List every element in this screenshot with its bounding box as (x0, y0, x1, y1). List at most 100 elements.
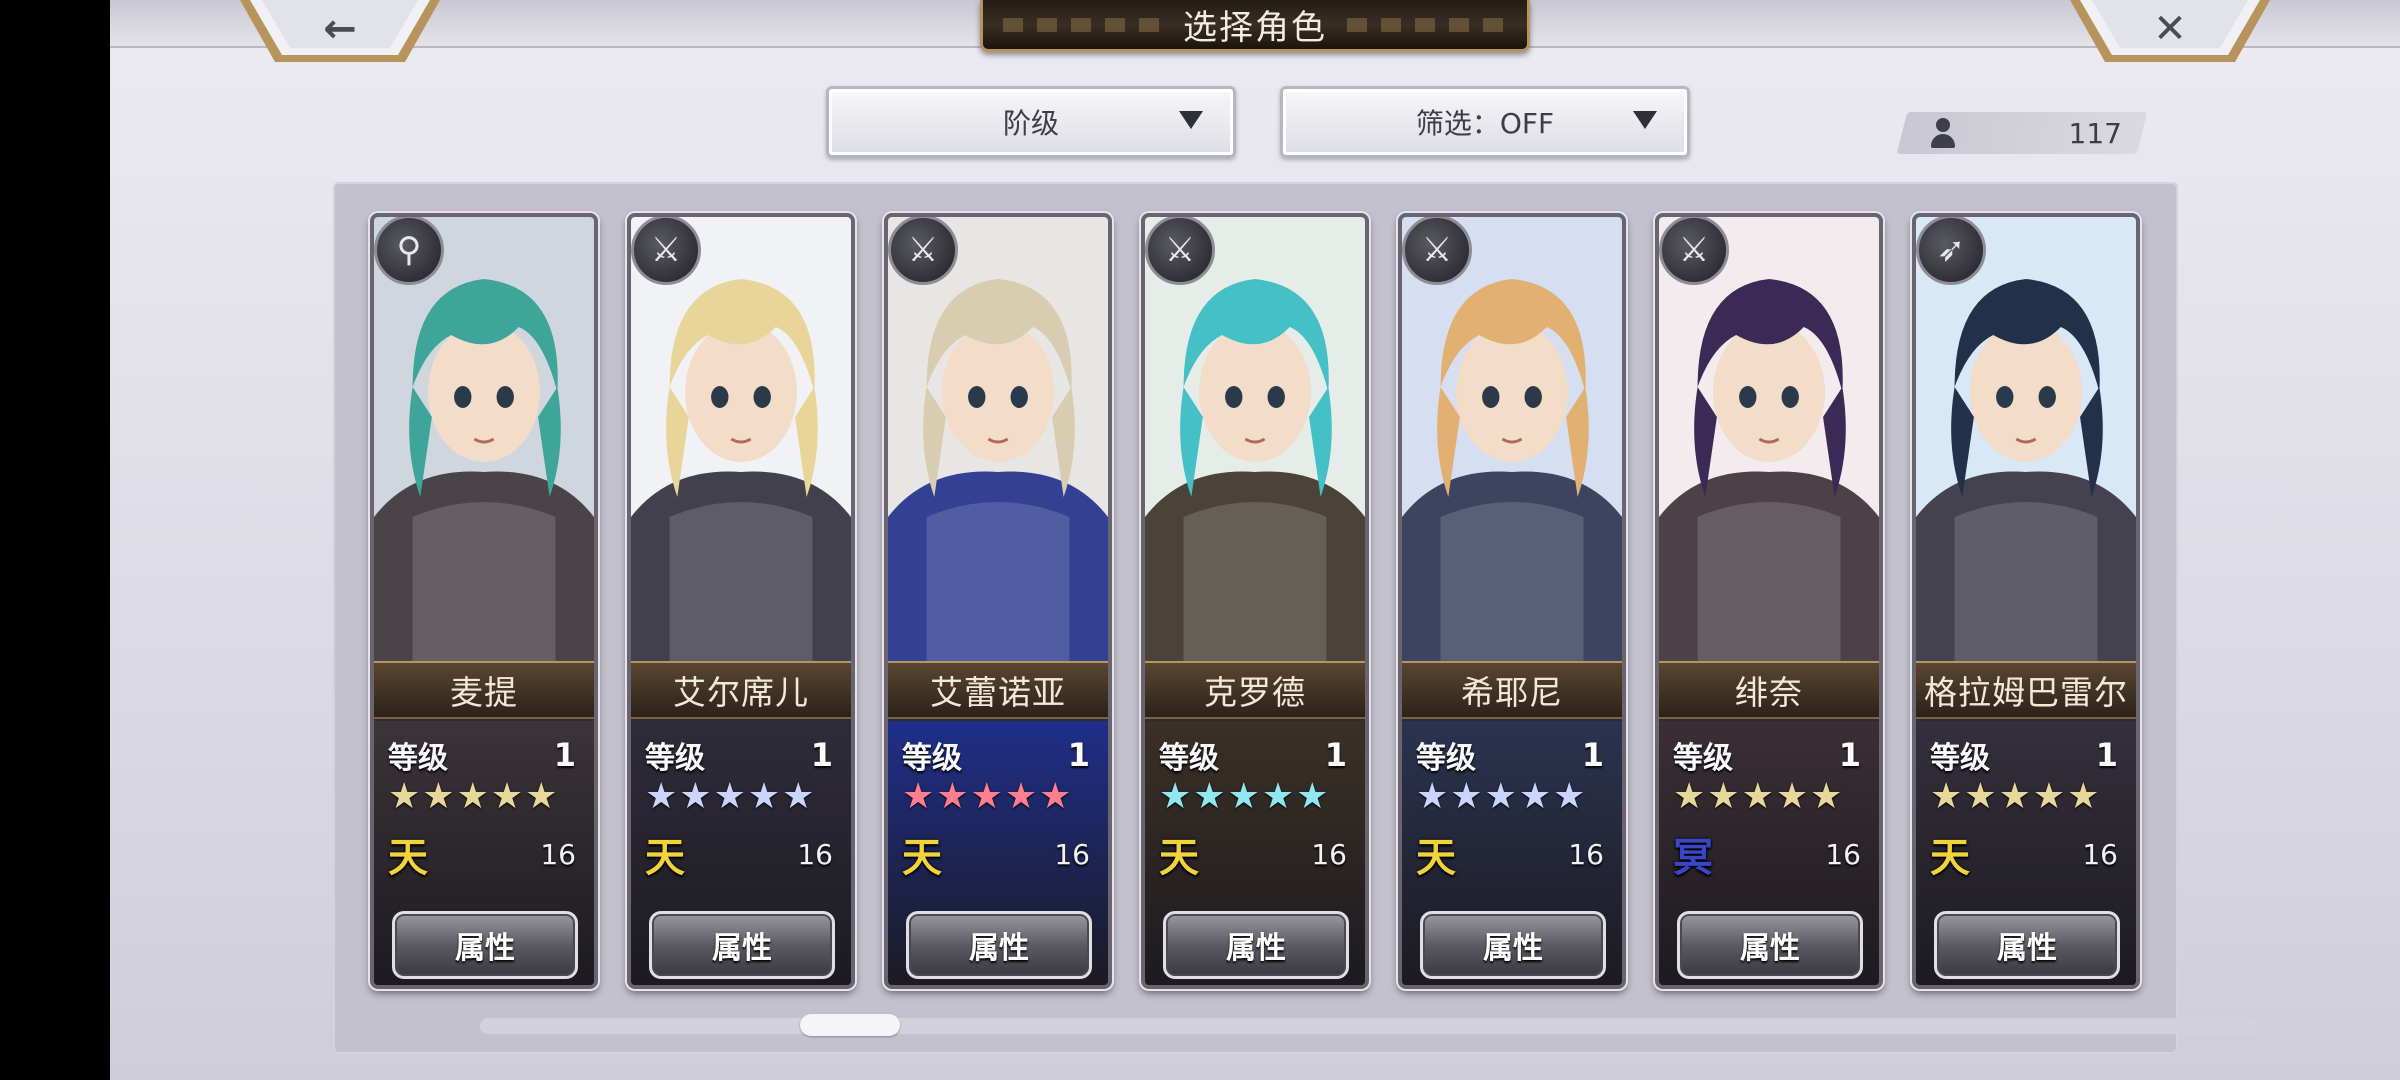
character-name-bar: 克罗德 (1145, 661, 1365, 719)
character-name: 艾蕾诺亚 (930, 673, 1066, 712)
attribute-button[interactable]: 属性 (1163, 911, 1349, 979)
star-icon: ★ (645, 776, 678, 817)
star-rating: ★ ★ ★ ★ ★ (1159, 779, 1328, 815)
star-icon: ★ (1741, 776, 1774, 817)
attribute-button-label: 属性 (455, 931, 515, 966)
character-stats: 等级 1 ★ ★ ★ ★ ★ 天 16 属性 (888, 721, 1108, 985)
character-card[interactable]: ⚔ 绯奈 等级 1 ★ ★ ★ ★ ★ 冥 16 属性 (1655, 213, 1883, 989)
attribute-button[interactable]: 属性 (906, 911, 1092, 979)
sort-dropdown-label: 阶级 (1002, 107, 1059, 140)
horizontal-scrollbar[interactable] (480, 1018, 2258, 1034)
star-icon: ★ (1159, 776, 1192, 817)
star-icon: ★ (2032, 776, 2066, 817)
character-card[interactable]: ⚔ 希耶尼 等级 1 ★ ★ ★ ★ ★ 天 16 属性 (1398, 213, 1626, 989)
star-icon: ★ (1039, 776, 1072, 817)
character-card[interactable]: ⚲ 麦提 等级 1 ★ ★ ★ ★ ★ 天 16 属性 (370, 213, 598, 989)
attribute-button[interactable]: 属性 (649, 911, 835, 979)
character-card[interactable]: ⚔ 艾尔席儿 等级 1 ★ ★ ★ ★ ★ 天 16 属性 (627, 213, 855, 989)
level-row: 等级 1 (1416, 735, 1604, 776)
star-rating: ★ ★ ★ ★ ★ (1416, 779, 1585, 815)
rank-row: 天 16 (902, 825, 1090, 883)
character-name-bar: 麦提 (374, 661, 594, 719)
star-icon: ★ (1810, 776, 1843, 817)
filter-dropdown[interactable]: 筛选：OFF (1280, 86, 1690, 158)
star-icon: ★ (1707, 776, 1740, 817)
attribute-button-label: 属性 (1226, 931, 1286, 966)
level-label: 等级 (388, 741, 448, 776)
star-icon: ★ (782, 776, 815, 817)
level-label: 等级 (1416, 741, 1476, 776)
rank-number: 16 (797, 837, 833, 871)
star-icon: ★ (1296, 776, 1329, 817)
sword-icon: ⚔ (631, 217, 701, 285)
character-card[interactable]: ⚔ 艾蕾诺亚 等级 1 ★ ★ ★ ★ ★ 天 16 属性 (884, 213, 1112, 989)
close-button[interactable]: ✕ (2070, 0, 2270, 64)
sort-dropdown[interactable]: 阶级 (826, 86, 1236, 158)
level-row: 等级 1 (645, 735, 833, 776)
star-icon: ★ (1416, 776, 1449, 817)
star-icon: ★ (1450, 776, 1483, 817)
level-value: 1 (1838, 736, 1861, 774)
rank-number: 16 (1311, 837, 1347, 871)
star-icon: ★ (1261, 776, 1295, 817)
level-row: 等级 1 (902, 735, 1090, 776)
character-stats: 等级 1 ★ ★ ★ ★ ★ 天 16 属性 (1916, 721, 2136, 985)
staff-icon: ⚲ (374, 217, 444, 285)
rank-number: 16 (1568, 837, 1604, 871)
roster-count-value: 117 (2068, 116, 2122, 150)
level-row: 等级 1 (1673, 735, 1861, 776)
star-icon: ★ (713, 776, 746, 817)
rank-emblem-icon: 天 (1159, 835, 1199, 881)
level-row: 等级 1 (1159, 735, 1347, 776)
level-value: 1 (1324, 736, 1347, 774)
attribute-button[interactable]: 属性 (1420, 911, 1606, 979)
attribute-button[interactable]: 属性 (392, 911, 578, 979)
level-label: 等级 (1673, 741, 1733, 776)
character-select-screen: ← 选择角色 ✕ 阶级 筛选：OFF 117 ⚲ 麦提 等级 1 ★ ★ ★ ★… (110, 0, 2400, 1080)
attribute-button-label: 属性 (1483, 931, 1543, 966)
star-icon: ★ (2067, 776, 2100, 817)
star-icon: ★ (679, 776, 712, 817)
attribute-button-label: 属性 (1740, 931, 1800, 966)
star-icon: ★ (1673, 776, 1706, 817)
sword-icon: ⚔ (1659, 217, 1729, 285)
star-icon: ★ (490, 776, 524, 817)
close-icon: ✕ (2153, 6, 2187, 52)
rank-row: 天 16 (388, 825, 576, 883)
level-value: 1 (1581, 736, 1604, 774)
level-label: 等级 (902, 741, 962, 776)
character-stats: 等级 1 ★ ★ ★ ★ ★ 天 16 属性 (1402, 721, 1622, 985)
scrollbar-thumb[interactable] (800, 1014, 900, 1036)
star-icon: ★ (1775, 776, 1809, 817)
star-rating: ★ ★ ★ ★ ★ (1673, 779, 1842, 815)
rank-number: 16 (2082, 837, 2118, 871)
attribute-button[interactable]: 属性 (1677, 911, 1863, 979)
star-icon: ★ (1484, 776, 1517, 817)
attribute-button[interactable]: 属性 (1934, 911, 2120, 979)
rank-row: 天 16 (1159, 825, 1347, 883)
character-name-bar: 艾尔席儿 (631, 661, 851, 719)
rank-row: 天 16 (645, 825, 833, 883)
character-card[interactable]: ➶ 格拉姆巴雷尔 等级 1 ★ ★ ★ ★ ★ 天 16 属性 (1912, 213, 2140, 989)
attribute-button-label: 属性 (1997, 931, 2057, 966)
back-button[interactable]: ← (240, 0, 440, 64)
star-icon: ★ (456, 776, 489, 817)
character-name: 绯奈 (1735, 673, 1803, 712)
rank-emblem-icon: 天 (1930, 835, 1970, 881)
character-card[interactable]: ⚔ 克罗德 等级 1 ★ ★ ★ ★ ★ 天 16 属性 (1141, 213, 1369, 989)
rank-number: 16 (1825, 837, 1861, 871)
star-rating: ★ ★ ★ ★ ★ (902, 779, 1071, 815)
level-label: 等级 (645, 741, 705, 776)
level-row: 等级 1 (388, 735, 576, 776)
user-icon (1928, 116, 1958, 150)
rank-row: 天 16 (1930, 825, 2118, 883)
rank-row: 冥 16 (1673, 825, 1861, 883)
chevron-down-icon (1633, 111, 1657, 129)
star-rating: ★ ★ ★ ★ ★ (1930, 779, 2099, 815)
level-value: 1 (810, 736, 833, 774)
level-value: 1 (1067, 736, 1090, 774)
spear-icon: ➶ (1916, 217, 1986, 285)
back-arrow-icon: ← (323, 6, 357, 52)
character-name-bar: 绯奈 (1659, 661, 1879, 719)
character-name: 克罗德 (1204, 673, 1306, 712)
